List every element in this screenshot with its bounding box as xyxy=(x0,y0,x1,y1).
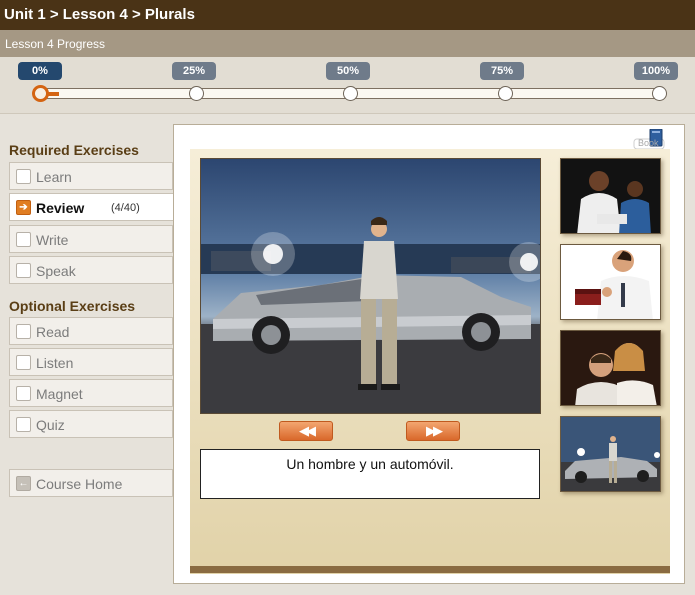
sidebar-item-label: Write xyxy=(36,232,69,248)
milestone-knob-75 xyxy=(498,86,513,101)
optional-exercises-title: Optional Exercises xyxy=(9,298,136,314)
course-home-label: Course Home xyxy=(36,476,123,492)
breadcrumb: Unit 1 > Lesson 4 > Plurals xyxy=(4,6,195,23)
checkbox-icon xyxy=(16,232,31,247)
main-photo xyxy=(200,158,541,414)
sidebar-item-label: Read xyxy=(36,324,70,340)
previous-button[interactable]: ◀◀ xyxy=(279,421,333,441)
required-exercises-title: Required Exercises xyxy=(9,142,139,158)
course-home-button[interactable]: ← Course Home xyxy=(9,469,173,497)
sidebar-item-learn[interactable]: Learn xyxy=(9,162,173,190)
sidebar-item-review[interactable]: ➔ Review (4/40) xyxy=(9,193,175,221)
checkbox-icon xyxy=(16,324,31,339)
fast-forward-icon: ▶▶ xyxy=(426,423,443,438)
checkbox-icon xyxy=(16,263,31,278)
milestone-0: 0% xyxy=(18,62,62,80)
panel-footer-bar xyxy=(190,566,670,573)
milestone-50: 50% xyxy=(326,62,370,80)
review-count: (4/40) xyxy=(111,202,140,214)
arrow-right-icon: ➔ xyxy=(16,200,31,215)
thumbnail-man-with-car[interactable] xyxy=(560,416,661,492)
sidebar-item-label: Speak xyxy=(36,263,76,279)
sidebar-item-speak[interactable]: Speak xyxy=(9,256,173,284)
sidebar-item-quiz[interactable]: Quiz xyxy=(9,410,173,438)
book-label[interactable]: Book xyxy=(638,138,659,148)
checkbox-icon xyxy=(16,169,31,184)
milestone-knob-50 xyxy=(343,86,358,101)
checkbox-icon xyxy=(16,386,31,401)
thumbnail-couple[interactable] xyxy=(560,330,661,406)
sidebar-item-read[interactable]: Read xyxy=(9,317,173,345)
caption-box: Un hombre y un automóvil. xyxy=(200,449,540,499)
exercise-content: Book ◀◀ ▶▶ Un hombre y un automóvil. xyxy=(173,124,685,584)
checkbox-icon xyxy=(16,417,31,432)
back-arrow-icon: ← xyxy=(16,476,31,491)
progress-label: Lesson 4 Progress xyxy=(5,37,106,51)
sidebar-item-label: Quiz xyxy=(36,417,65,433)
caption-text: Un hombre y un automóvil. xyxy=(286,456,454,472)
sidebar-item-label: Review xyxy=(36,200,85,216)
sidebar-item-magnet[interactable]: Magnet xyxy=(9,379,173,407)
milestone-25: 25% xyxy=(172,62,216,80)
sidebar-item-listen[interactable]: Listen xyxy=(9,348,173,376)
next-button[interactable]: ▶▶ xyxy=(406,421,460,441)
checkbox-icon xyxy=(16,355,31,370)
milestone-75: 75% xyxy=(480,62,524,80)
milestone-knob-100 xyxy=(652,86,667,101)
milestone-knob-25 xyxy=(189,86,204,101)
progress-header: Lesson 4 Progress xyxy=(0,30,695,57)
milestone-100: 100% xyxy=(634,62,678,80)
thumbnail-man-with-gift[interactable] xyxy=(560,244,661,320)
top-bar: Unit 1 > Lesson 4 > Plurals xyxy=(0,0,695,30)
sidebar-item-label: Magnet xyxy=(36,386,83,402)
sidebar-item-write[interactable]: Write xyxy=(9,225,173,253)
thumbnail-two-people[interactable] xyxy=(560,158,661,234)
progress-track-area: 0% 25% 50% 75% 100% xyxy=(0,57,695,114)
sidebar-item-label: Listen xyxy=(36,355,74,371)
progress-knob-current xyxy=(32,85,49,102)
sidebar-item-label: Learn xyxy=(36,169,72,185)
rewind-icon: ◀◀ xyxy=(299,423,316,438)
